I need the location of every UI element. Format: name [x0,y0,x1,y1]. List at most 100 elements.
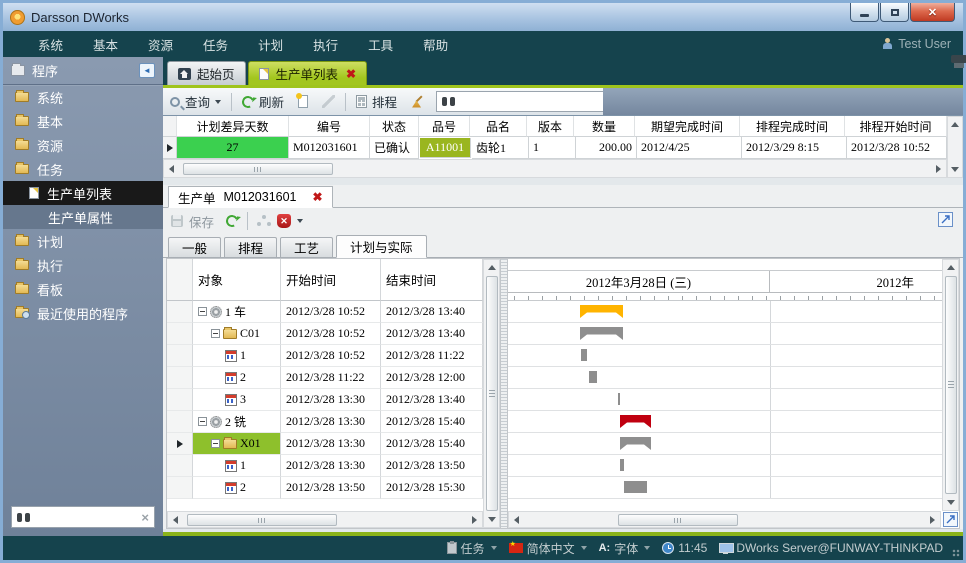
minimize-button[interactable] [850,3,879,22]
schedule-button[interactable]: 排程 [349,91,404,113]
clear-search-icon[interactable]: × [141,510,149,525]
maximize-button[interactable] [880,3,909,22]
gantt-bar[interactable] [581,349,587,361]
table-row[interactable]: 2 铣 2012/3/28 13:30 2012/3/28 15:40 [167,411,483,433]
col-sched-finish[interactable]: 排程完成时间 [740,116,845,137]
gantt-row[interactable] [508,367,942,389]
menu-basic[interactable]: 基本 [78,35,133,54]
table-row[interactable]: 2 2012/3/28 11:22 2012/3/28 12:00 [167,367,483,389]
gantt-bar[interactable] [624,481,647,493]
collapse-icon[interactable] [198,417,207,426]
resize-grip[interactable] [952,549,960,557]
gantt-bar[interactable] [620,459,624,471]
subtab-process[interactable]: 工艺 [280,237,333,257]
gantt-bar[interactable] [618,393,620,405]
grid-vertical-scrollbar[interactable] [947,116,963,178]
sidebar-item-basic[interactable]: 基本 [3,109,163,133]
menu-tools[interactable]: 工具 [353,35,408,54]
col-plan-diff-days[interactable]: 计划差异天数 [177,116,289,137]
sidebar-item-resource[interactable]: 资源 [3,133,163,157]
clean-button[interactable] [404,91,432,113]
table-horizontal-scrollbar[interactable] [167,511,483,528]
save-icon[interactable] [171,215,183,227]
gantt-bar[interactable] [580,327,623,340]
col-expect-finish[interactable]: 期望完成时间 [635,116,740,137]
sidebar-item-task[interactable]: 任务 [3,157,163,181]
sidebar-collapse-button[interactable]: ◄ [139,63,155,78]
menu-execute[interactable]: 执行 [298,35,353,54]
table-row[interactable]: 1 2012/3/28 10:52 2012/3/28 11:22 [167,345,483,367]
gantt-row[interactable] [508,477,942,499]
grid-data-row[interactable]: 27 M012031601 已确认 A11001 齿轮1 1 200.00 20… [163,137,947,159]
col-item-no[interactable]: 品号 [419,116,470,137]
grid-horizontal-scrollbar[interactable] [163,159,947,178]
collapse-icon[interactable] [211,439,220,448]
table-row[interactable]: 1 车 2012/3/28 10:52 2012/3/28 13:40 [167,301,483,323]
table-vertical-scrollbar[interactable] [483,259,500,528]
tab-production-order-list[interactable]: 生产单列表 ✖ [248,61,368,85]
query-button[interactable]: 查询 [163,91,228,113]
col-end-time[interactable]: 结束时间 [381,259,483,301]
popout-icon[interactable] [938,212,953,227]
gantt-horizontal-scrollbar[interactable] [508,511,941,528]
sidebar-item-plan[interactable]: 计划 [3,229,163,253]
gantt-row[interactable] [508,323,942,345]
sidebar-item-recent[interactable]: 最近使用的程序 [3,301,163,325]
detail-tab-close-icon[interactable]: ✖ [313,190,323,204]
collapse-icon[interactable] [198,307,207,316]
gantt-rows[interactable] [508,301,942,499]
col-version[interactable]: 版本 [527,116,574,137]
gantt-bar[interactable] [580,305,623,318]
tab-close-icon[interactable]: ✖ [346,67,356,81]
col-object[interactable]: 对象 [193,259,281,301]
col-item-name[interactable]: 品名 [470,116,527,137]
gantt-bar[interactable] [620,437,651,450]
sidebar-item-kanban[interactable]: 看板 [3,277,163,301]
status-font-menu[interactable]: A: 字体 [599,540,651,557]
col-order-no[interactable]: 编号 [289,116,370,137]
sidebar-item-production-order-props[interactable]: 生产单属性 [3,205,163,229]
gantt-row[interactable] [508,389,942,411]
sidebar-search-box[interactable]: × [11,506,155,528]
col-status[interactable]: 状态 [370,116,419,137]
gantt-bar[interactable] [589,371,597,383]
col-qty[interactable]: 数量 [574,116,635,137]
pane-splitter[interactable] [501,259,508,528]
gantt-vertical-scrollbar[interactable] [942,259,959,511]
col-start-time[interactable]: 开始时间 [281,259,381,301]
current-user[interactable]: Test User [898,37,951,51]
menu-task[interactable]: 任务 [188,35,243,54]
menu-help[interactable]: 帮助 [408,35,463,54]
close-button[interactable]: ✕ [910,3,955,22]
new-button[interactable] [291,91,315,113]
table-row-selected[interactable]: X01 2012/3/28 13:30 2012/3/28 15:40 [167,433,483,455]
menu-plan[interactable]: 计划 [243,35,298,54]
gantt-row[interactable] [508,301,942,323]
gantt-row[interactable] [508,345,942,367]
table-row[interactable]: C01 2012/3/28 10:52 2012/3/28 13:40 [167,323,483,345]
gantt-bar[interactable] [620,415,651,428]
tab-home[interactable]: 起始页 [167,61,246,85]
org-chart-icon[interactable] [257,215,271,227]
chevron-down-icon[interactable] [297,219,303,223]
detail-tab-production-order[interactable]: 生产单 M012031601 ✖ [168,186,333,208]
status-task-menu[interactable]: 任务 [447,540,497,557]
col-sched-start[interactable]: 排程开始时间 [845,116,947,137]
gantt-row[interactable] [508,455,942,477]
subtab-general[interactable]: 一般 [168,237,221,257]
shield-x-icon[interactable]: ✕ [277,214,291,228]
table-row[interactable]: 3 2012/3/28 13:30 2012/3/28 13:40 [167,389,483,411]
save-button[interactable]: 保存 [189,212,214,231]
menu-resource[interactable]: 资源 [133,35,188,54]
refresh-icon[interactable] [224,213,239,228]
gantt-row[interactable] [508,411,942,433]
sidebar-item-production-order-list[interactable]: 生产单列表 [3,181,163,205]
table-row[interactable]: 2 2012/3/28 13:50 2012/3/28 15:30 [167,477,483,499]
subtab-plan-vs-actual[interactable]: 计划与实际 [336,235,427,258]
sidebar-item-execute[interactable]: 执行 [3,253,163,277]
refresh-button[interactable]: 刷新 [235,91,291,113]
edit-button[interactable] [315,91,342,113]
gantt-row[interactable] [508,433,942,455]
collapse-icon[interactable] [211,329,220,338]
menu-system[interactable]: 系统 [23,35,78,54]
